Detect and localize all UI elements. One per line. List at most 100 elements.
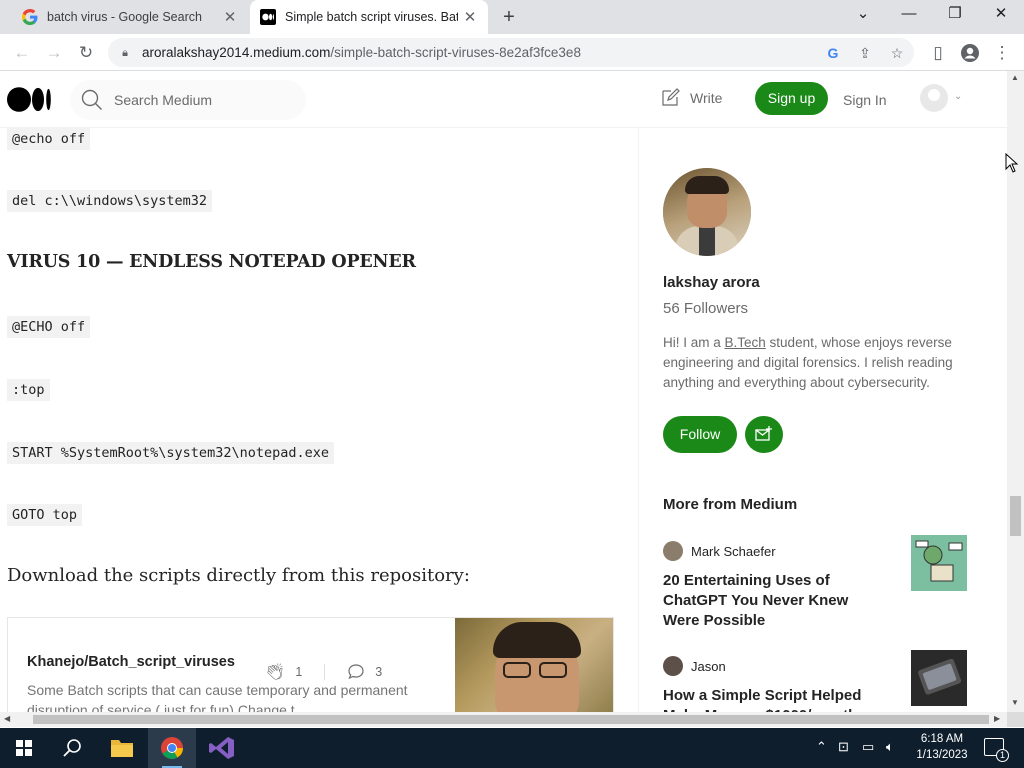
tab-medium-article[interactable]: Simple batch script viruses. Batch ✕ [250, 0, 488, 34]
medium-header: Search Medium Write Sign up Sign In ⌄ [0, 71, 1007, 128]
mouse-cursor-icon [1005, 153, 1019, 173]
code-line: del c:\\windows\system32 [7, 190, 213, 212]
tab-search-icon[interactable]: ⌄ [840, 0, 886, 30]
scroll-left-icon[interactable]: ◀ [4, 714, 10, 723]
recommended-story[interactable]: Mark Schaefer 20 Entertaining Uses of Ch… [663, 535, 973, 631]
close-tab-icon[interactable]: ✕ [218, 8, 242, 26]
embed-title: Khanejo/Batch_script_viruses [27, 654, 235, 670]
avatar [663, 656, 683, 676]
rec-author-name: Jason [691, 658, 726, 674]
code-line: :top [7, 379, 50, 401]
embed-thumbnail [455, 618, 613, 712]
forward-icon[interactable]: → [42, 41, 66, 65]
share-icon[interactable]: ⇪ [856, 44, 874, 62]
google-icon [22, 9, 38, 25]
author-bio: Hi! I am a B.Tech student, whose enjoys … [663, 333, 983, 393]
url-text[interactable]: aroralakshay2014.medium.com/simple-batch… [142, 45, 581, 60]
more-from-medium-heading: More from Medium [663, 496, 798, 513]
visual-studio-icon[interactable] [198, 728, 246, 768]
author-name[interactable]: lakshay arora [663, 274, 760, 291]
scrollbar-corner [1007, 712, 1024, 727]
chevron-up-icon[interactable]: ⌃ [816, 739, 827, 755]
medium-logo[interactable] [7, 87, 52, 112]
new-tab-button[interactable]: + [497, 5, 521, 29]
write-link[interactable]: Write [660, 88, 722, 108]
search-icon[interactable] [48, 728, 96, 768]
scroll-down-icon[interactable]: ▼ [1011, 698, 1019, 707]
volume-icon[interactable]: 🔈︎ [886, 739, 894, 755]
recommended-story[interactable]: Jason How a Simple Script Helped Make Me… [663, 650, 973, 712]
write-pencil-icon [662, 88, 680, 106]
tab-title: batch virus - Google Search [47, 10, 202, 24]
rec-title[interactable]: How a Simple Script Helped Make Me over … [663, 686, 873, 712]
tab-title: Simple batch script viruses. Batch [285, 10, 458, 24]
avatar [663, 541, 683, 561]
download-paragraph: Download the scripts directly from this … [7, 565, 470, 586]
profile-icon[interactable] [958, 41, 982, 65]
bookmark-star-icon[interactable]: ☆ [888, 44, 906, 62]
rec-thumbnail[interactable] [911, 535, 967, 591]
search-input[interactable]: Search Medium [70, 80, 306, 120]
network-status-icon[interactable]: ⊡ [838, 739, 849, 755]
chrome-icon[interactable] [148, 728, 196, 768]
follower-count[interactable]: 56 Followers [663, 300, 748, 317]
google-lens-icon[interactable]: G [824, 44, 842, 62]
back-icon[interactable]: ← [10, 41, 34, 65]
chevron-down-icon[interactable]: ⌄ [954, 91, 962, 102]
minimize-button[interactable]: — [886, 0, 932, 30]
scroll-up-icon[interactable]: ▲ [1011, 73, 1019, 82]
article-body: @echo off del c:\\windows\system32 VIRUS… [0, 128, 638, 712]
url-host: aroralakshay2014.medium.com [142, 45, 331, 60]
author-sidebar: lakshay arora 56 Followers Hi! I am a B.… [638, 128, 1007, 712]
rec-thumbnail[interactable] [911, 650, 967, 706]
close-tab-icon[interactable]: ✕ [458, 8, 482, 26]
floating-action-bar: 👏︎ 1 3 [257, 658, 391, 686]
reload-icon[interactable]: ↻ [74, 41, 98, 65]
follow-button[interactable]: Follow [663, 416, 737, 453]
clock-time: 6:18 AM [920, 733, 964, 745]
code-line: GOTO top [7, 504, 83, 526]
scroll-right-icon[interactable]: ▶ [994, 714, 1000, 723]
windows-start-icon[interactable] [0, 728, 48, 768]
clock-date: 1/13/2023 [916, 749, 968, 761]
windows-taskbar: ⌃ ⊡ ▭ 🔈︎ 6:18 AM 1/13/2023 1 [0, 728, 1024, 768]
medium-icon [260, 9, 276, 25]
mail-plus-icon [755, 426, 772, 441]
user-avatar[interactable] [920, 84, 948, 112]
restore-button[interactable]: ❐ [932, 0, 978, 30]
browser-tab-strip: batch virus - Google Search ✕ Simple bat… [0, 0, 1024, 34]
notification-badge: 1 [996, 749, 1009, 762]
sign-in-link[interactable]: Sign In [843, 92, 887, 108]
lock-icon[interactable]: 🔒︎ [116, 44, 134, 62]
system-clock[interactable]: 6:18 AM 1/13/2023 [905, 731, 979, 763]
rec-title[interactable]: 20 Entertaining Uses of ChatGPT You Neve… [663, 571, 873, 631]
rec-author-name: Mark Schaefer [691, 543, 776, 559]
scrollbar-thumb[interactable] [33, 715, 989, 724]
browser-menu-icon[interactable]: ⋮ [990, 41, 1014, 65]
close-window-button[interactable]: ✕ [978, 0, 1024, 30]
wifi-icon[interactable]: ▭ [862, 739, 874, 755]
clap-count: 1 [295, 665, 303, 679]
side-panel-icon[interactable]: ▯ [926, 41, 950, 65]
comment-icon[interactable] [347, 663, 365, 681]
browser-toolbar: ← → ↻ 🔒︎ aroralakshay2014.medium.com/sim… [0, 34, 1024, 71]
tab-google-search[interactable]: batch virus - Google Search ✕ [8, 0, 248, 34]
code-line: START %SystemRoot%\system32\notepad.exe [7, 442, 334, 464]
code-line: @ECHO off [7, 316, 91, 338]
scrollbar-thumb[interactable] [1010, 496, 1021, 536]
author-avatar[interactable] [663, 168, 751, 256]
response-count: 3 [375, 665, 383, 679]
section-heading: VIRUS 10 — ENDLESS NOTEPAD OPENER [7, 252, 416, 272]
file-explorer-icon[interactable] [98, 728, 146, 768]
write-label: Write [690, 90, 723, 106]
address-bar[interactable]: 🔒︎ aroralakshay2014.medium.com/simple-ba… [108, 38, 914, 67]
code-line: @echo off [7, 128, 91, 150]
subscribe-email-button[interactable] [745, 416, 783, 453]
url-path: /simple-batch-script-viruses-8e2af3fce3e… [330, 45, 581, 60]
sign-up-button[interactable]: Sign up [755, 82, 828, 115]
bio-link[interactable]: B.Tech [725, 335, 766, 350]
clap-icon[interactable]: 👏︎ [265, 662, 285, 682]
search-placeholder: Search Medium [114, 92, 213, 108]
horizontal-scrollbar[interactable]: ◀ ▶ [0, 712, 1007, 727]
bio-text: Hi! I am a [663, 335, 725, 350]
